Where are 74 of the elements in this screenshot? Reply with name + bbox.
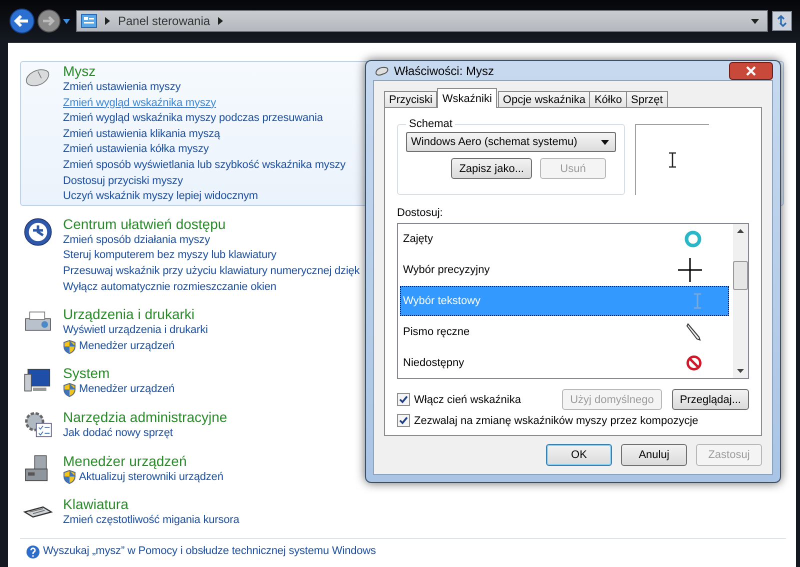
back-button[interactable] [9, 8, 35, 34]
task-link[interactable]: Uczyń wskaźnik myszy lepiej widocznym [63, 189, 258, 205]
text-cursor-icon [668, 152, 677, 168]
category-title[interactable]: Menedżer urządzeń [63, 452, 187, 470]
tab[interactable]: Sprzęt [626, 91, 668, 108]
task-link[interactable]: Przesuwaj wskaźnik przy użyciu klawiatury numerycznej dzięk [63, 264, 360, 280]
chevron-icon[interactable] [105, 17, 110, 25]
category-title[interactable]: Narzędzia administracyjne [63, 408, 228, 426]
tab[interactable]: Przyciski [384, 91, 438, 108]
dropdown-arrow-icon[interactable] [601, 140, 609, 144]
address-bar[interactable]: Panel sterowania [76, 10, 768, 32]
refresh-button[interactable] [772, 11, 792, 31]
busy-ring-icon [684, 230, 702, 248]
dialog-button[interactable]: OK [546, 444, 612, 466]
close-button[interactable] [729, 62, 773, 80]
gear-checklist-icon [23, 410, 53, 440]
mouse-icon [375, 64, 389, 76]
no-entry-icon [686, 354, 702, 371]
breadcrumb[interactable]: Panel sterowania [118, 14, 210, 28]
accessibility-icon [23, 216, 53, 247]
forward-button[interactable] [37, 9, 61, 33]
scrollbar[interactable] [733, 224, 748, 378]
task-link[interactable]: Zmień ustawienia myszy [63, 80, 181, 96]
task-link[interactable]: Wyświetl urządzenia i drukarki [63, 323, 208, 339]
checkbox[interactable] [397, 393, 410, 406]
text-cursor-icon [693, 292, 702, 309]
cursor-button[interactable]: Przeglądaj... [672, 389, 749, 410]
scroll-up-arrow-icon[interactable] [737, 229, 744, 233]
cursor-list-item[interactable]: Wybór precyzyjny [400, 254, 729, 286]
dropdown-arrow-icon[interactable] [751, 18, 759, 24]
help-link[interactable]: Wyszukaj „mysz” w Pomocy i obsłudze technicznej systemu Windows [43, 544, 376, 560]
keyboard-icon [23, 505, 53, 520]
task-link[interactable]: Zmień sposób działania myszy [63, 232, 210, 248]
crosshair-icon [678, 258, 702, 282]
shadow-checkbox[interactable]: Włącz cień wskaźnika [397, 393, 521, 406]
category-title[interactable]: Klawiatura [63, 495, 128, 514]
scheme-button[interactable]: Zapisz jako... [451, 158, 532, 179]
cursor-list-item[interactable]: Zajęty [400, 224, 729, 255]
group-label: Schemat [408, 118, 454, 130]
category-title[interactable]: Mysz [63, 62, 96, 80]
task-link[interactable]: Aktualizuj sterowniki urządzeń [79, 470, 224, 486]
history-caret-icon[interactable] [63, 18, 70, 24]
control-panel-icon [81, 14, 97, 28]
cursor-list-item[interactable]: Pismo ręczne [400, 316, 729, 348]
customize-label: Dostosuj: [397, 207, 444, 219]
help-icon [26, 545, 40, 560]
task-link[interactable]: Zmień częstotliwość migania kursora [63, 513, 240, 529]
task-link[interactable]: Menedżer urządzeń [79, 382, 175, 398]
dialog-title: Właściwości: Mysz [394, 64, 494, 78]
task-link[interactable]: Jak dodać nowy sprzęt [63, 426, 173, 442]
tab[interactable]: Opcje wskaźnika [498, 91, 590, 108]
scroll-down-arrow-icon[interactable] [737, 369, 744, 373]
category-title[interactable]: System [63, 364, 110, 382]
task-link[interactable]: Dostosuj przyciski myszy [63, 174, 183, 190]
task-link[interactable]: Zmień ustawienia kółka myszy [63, 142, 209, 158]
themes-checkbox[interactable]: Zezwalaj na zmianę wskaźników myszy przez kompozycje [397, 414, 749, 427]
category-title[interactable]: Centrum ułatwień dostępu [63, 214, 226, 233]
task-link[interactable]: Zmień wygląd wskaźnika myszy [63, 96, 216, 112]
chevron-icon[interactable] [218, 17, 224, 25]
dialog-button[interactable]: Anuluj [621, 444, 687, 466]
checkbox[interactable] [397, 414, 410, 427]
tab[interactable]: Kółko [589, 91, 627, 108]
pen-icon [686, 322, 702, 341]
task-link[interactable]: Wyłącz automatycznie rozmieszczanie okien [63, 280, 276, 296]
tab[interactable]: Wskaźniki [437, 88, 497, 108]
category-title[interactable]: Urządzenia i drukarki [63, 305, 194, 324]
scroll-thumb[interactable] [733, 261, 748, 290]
task-link[interactable]: Zmień ustawienia klikania myszą [63, 126, 220, 142]
task-link[interactable]: Menedżer urządzeń [79, 338, 175, 354]
scheme-dropdown[interactable]: Windows Aero (schemat systemu) [406, 132, 616, 152]
cursor-list-item[interactable]: Niedostępny [400, 347, 729, 378]
task-link[interactable]: Steruj komputerem bez myszy lub klawiatury [63, 248, 276, 264]
task-link[interactable]: Zmień sposób wyświetlania lub szybkość wskaźnika myszy [63, 158, 346, 174]
task-link[interactable]: Zmień wygląd wskaźnika myszy podczas przesuwania [63, 111, 323, 127]
